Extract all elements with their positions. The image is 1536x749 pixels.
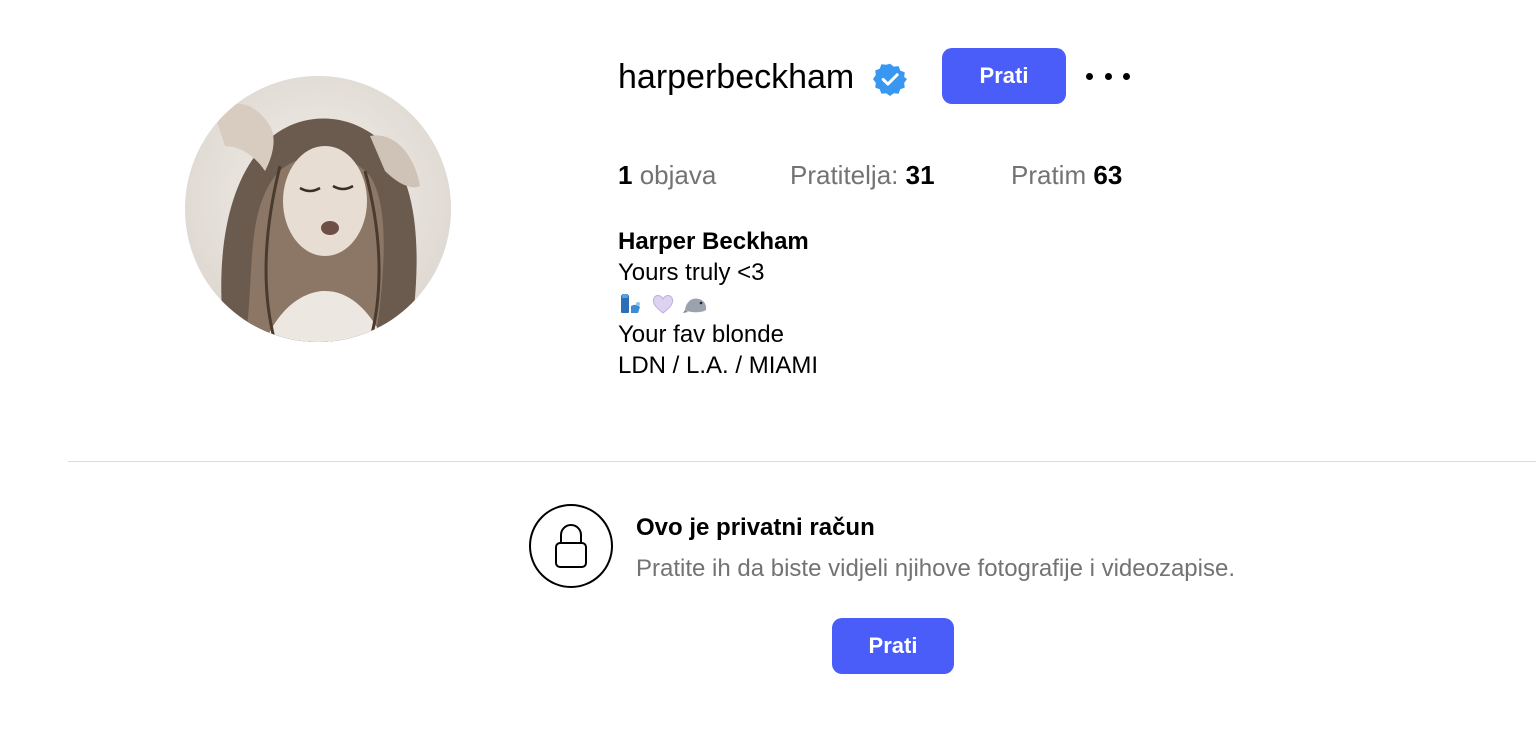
username: harperbeckham [618, 58, 855, 96]
bio-emoji-row [618, 288, 818, 319]
more-options-icon[interactable] [1086, 60, 1130, 92]
posts-count: 1 [618, 160, 633, 190]
follow-button[interactable]: Prati [942, 48, 1066, 104]
bio: Harper Beckham Yours truly <3 Your fav b… [618, 226, 818, 381]
posts-label: objava [639, 160, 717, 190]
profile-page: harperbeckham Prati 1 objava Pratitelja:… [0, 0, 1536, 749]
seal-emoji [683, 297, 707, 313]
blue-figure-emoji [621, 293, 640, 313]
verified-badge-icon [873, 63, 907, 96]
avatar[interactable] [185, 76, 451, 342]
bio-line: Your fav blonde [618, 321, 784, 348]
private-account-title: Ovo je privatni račun [636, 514, 875, 541]
private-follow-button[interactable]: Prati [832, 618, 954, 674]
lock-icon-container [529, 504, 613, 588]
followers-stat[interactable]: Pratitelja: 31 [790, 158, 935, 192]
followers-label: Pratitelja: [790, 160, 899, 190]
purple-heart-emoji [652, 294, 674, 314]
section-divider [68, 461, 1536, 462]
following-count: 63 [1093, 160, 1123, 190]
full-name: Harper Beckham [618, 228, 809, 255]
bio-line: Yours truly <3 [618, 259, 765, 286]
following-stat[interactable]: Pratim 63 [1011, 158, 1122, 192]
bio-location: LDN / L.A. / MIAMI [618, 352, 819, 379]
posts-stat: 1 objava [618, 158, 716, 192]
dot-icon [1123, 72, 1130, 80]
lock-icon [555, 524, 587, 568]
following-label: Pratim [1011, 160, 1087, 190]
private-account-subtitle: Pratite ih da biste vidjeli njihove foto… [636, 555, 1236, 582]
followers-count: 31 [905, 160, 935, 190]
dot-icon [1104, 72, 1112, 80]
avatar-photo [185, 76, 451, 342]
dot-icon [1086, 72, 1093, 80]
